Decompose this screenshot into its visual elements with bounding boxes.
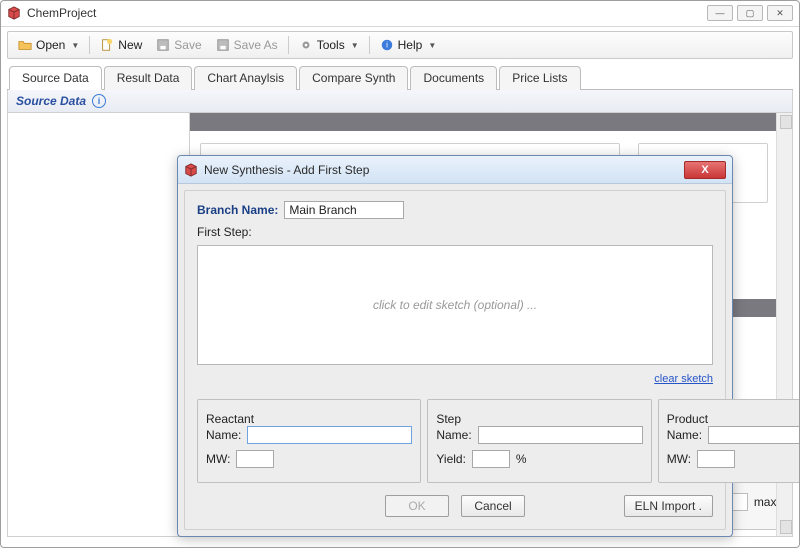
dialog-titlebar[interactable]: New Synthesis - Add First Step X <box>178 156 732 184</box>
separator <box>369 36 370 54</box>
group-legend: Reactant <box>206 412 254 426</box>
toolbar-label: New <box>118 38 142 52</box>
header-strip <box>190 113 792 131</box>
open-menu[interactable]: Open ▼ <box>12 36 85 54</box>
info-icon[interactable]: i <box>92 94 106 108</box>
branch-name-label: Branch Name: <box>197 203 278 217</box>
dialog-button-row: OK Cancel ELN Import . <box>197 495 713 517</box>
chevron-down-icon: ▼ <box>71 41 79 50</box>
step-name-input[interactable] <box>478 426 643 444</box>
ok-button[interactable]: OK <box>385 495 449 517</box>
toolbar-label: Save As <box>234 38 278 52</box>
new-synthesis-dialog: New Synthesis - Add First Step X Branch … <box>177 155 733 537</box>
save-as-icon <box>216 38 230 52</box>
max-label: max <box>754 495 777 509</box>
svg-text:i: i <box>386 41 388 50</box>
branch-name-input[interactable] <box>284 201 404 219</box>
tab-source-data[interactable]: Source Data <box>9 66 102 90</box>
file-new-icon <box>100 38 114 52</box>
tab-documents[interactable]: Documents <box>410 66 497 90</box>
tab-strip: Source Data Result Data Chart Anaylsis C… <box>7 65 793 90</box>
save-icon <box>156 38 170 52</box>
sketch-placeholder: click to edit sketch (optional) ... <box>373 298 537 312</box>
sketch-area[interactable]: click to edit sketch (optional) ... <box>197 245 713 365</box>
eln-import-button[interactable]: ELN Import . <box>624 495 713 517</box>
app-icon <box>184 163 198 177</box>
reactant-name-input[interactable] <box>247 426 412 444</box>
help-icon: i <box>380 38 394 52</box>
tools-menu[interactable]: Tools ▼ <box>293 36 365 54</box>
reactant-mw-label: MW: <box>206 452 230 466</box>
app-title: ChemProject <box>27 6 96 20</box>
close-window-button[interactable]: ✕ <box>767 5 793 21</box>
product-name-label: Name: <box>667 428 702 442</box>
chevron-down-icon: ▼ <box>351 41 359 50</box>
step-yield-input[interactable] <box>472 450 510 468</box>
new-button[interactable]: New <box>94 36 148 54</box>
product-name-input[interactable] <box>708 426 800 444</box>
product-group: Product Name: MW: <box>658 399 800 483</box>
minimize-button[interactable]: — <box>707 5 733 21</box>
first-step-label: First Step: <box>197 225 252 239</box>
yield-unit: % <box>516 452 527 466</box>
cancel-button[interactable]: Cancel <box>461 495 525 517</box>
app-icon <box>7 6 21 20</box>
product-mw-label: MW: <box>667 452 691 466</box>
source-data-header: Source Data i <box>7 90 793 113</box>
reactant-group: Reactant Name: MW: <box>197 399 421 483</box>
separator <box>288 36 289 54</box>
app-window: ChemProject — ▢ ✕ Open ▼ New Save <box>0 0 800 548</box>
reactant-name-label: Name: <box>206 428 241 442</box>
app-titlebar: ChemProject — ▢ ✕ <box>1 1 799 27</box>
dialog-close-button[interactable]: X <box>684 161 726 179</box>
group-legend: Step <box>436 412 461 426</box>
section-title: Source Data <box>16 94 86 108</box>
reactant-mw-input[interactable] <box>236 450 274 468</box>
clear-sketch-link[interactable]: clear sketch <box>654 373 713 385</box>
maximize-button[interactable]: ▢ <box>737 5 763 21</box>
tab-result-data[interactable]: Result Data <box>104 66 193 90</box>
main-toolbar: Open ▼ New Save Save As Tool <box>7 31 793 59</box>
group-legend: Product <box>667 412 708 426</box>
tab-price-lists[interactable]: Price Lists <box>499 66 580 90</box>
tab-compare-synth[interactable]: Compare Synth <box>299 66 408 90</box>
help-menu[interactable]: i Help ▼ <box>374 36 443 54</box>
toolbar-label: Save <box>174 38 201 52</box>
step-group: Step Name: Yield: % <box>427 399 651 483</box>
chevron-down-icon: ▼ <box>428 41 436 50</box>
toolbar-label: Open <box>36 38 65 52</box>
save-button[interactable]: Save <box>150 36 207 54</box>
folder-open-icon <box>18 38 32 52</box>
dialog-body: Branch Name: First Step: click to edit s… <box>184 190 726 530</box>
tree-pane[interactable] <box>8 113 190 536</box>
gear-icon <box>299 38 313 52</box>
tab-chart-analysis[interactable]: Chart Anaylsis <box>194 66 297 90</box>
toolbar-label: Help <box>398 38 423 52</box>
save-as-button[interactable]: Save As <box>210 36 284 54</box>
separator <box>89 36 90 54</box>
toolbar-label: Tools <box>317 38 345 52</box>
step-name-label: Name: <box>436 428 471 442</box>
dialog-title: New Synthesis - Add First Step <box>204 163 369 177</box>
product-mw-input[interactable] <box>697 450 735 468</box>
step-yield-label: Yield: <box>436 452 466 466</box>
